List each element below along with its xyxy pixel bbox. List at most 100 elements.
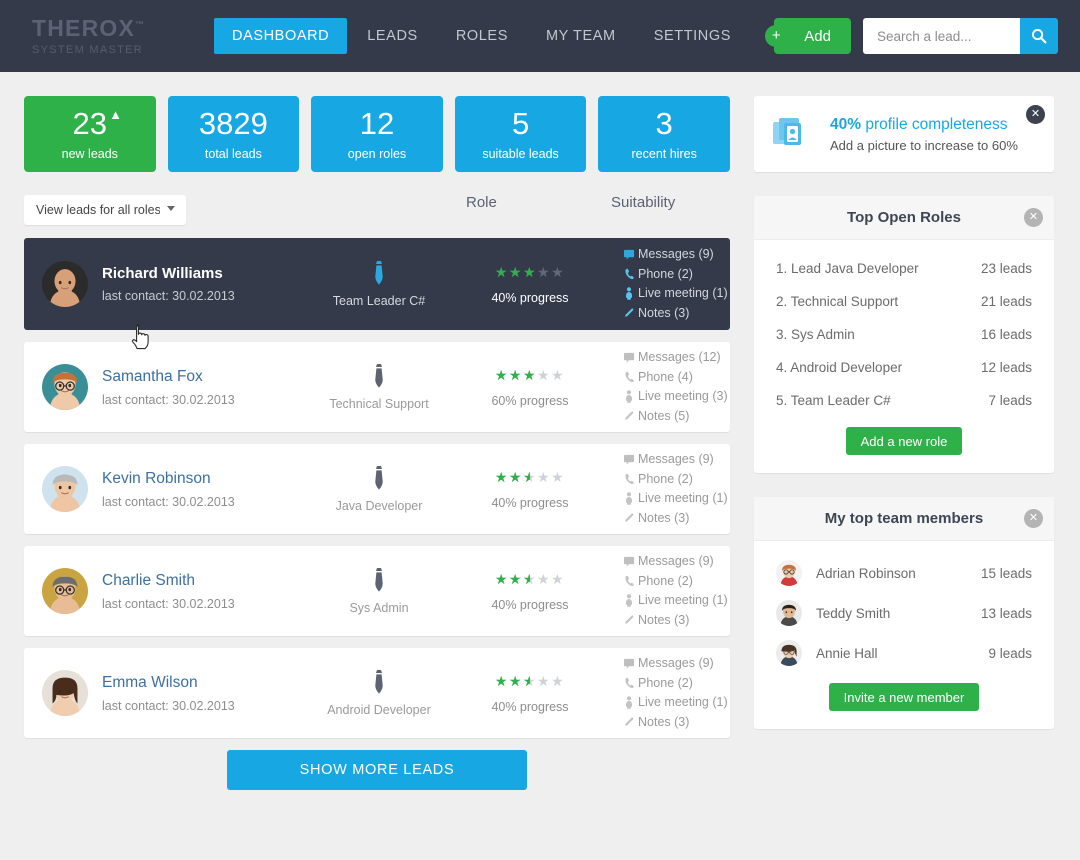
- open-role-row[interactable]: 1. Lead Java Developer 23 leads: [776, 252, 1032, 285]
- live-meeting-icon: [626, 696, 632, 710]
- open-role-row[interactable]: 4. Android Developer 12 leads: [776, 351, 1032, 384]
- team-member-name: Teddy Smith: [816, 605, 891, 621]
- add-new-role-button[interactable]: Add a new role: [845, 427, 963, 455]
- add-button[interactable]: + Add: [765, 18, 851, 54]
- role-filter-select[interactable]: View leads for all roles: [24, 195, 186, 225]
- relationship-label: Messages (12): [638, 350, 721, 364]
- lead-identity: Charlie Smith last contact: 30.02.2013: [102, 572, 235, 611]
- lead-suitability: ★★★★★ ★★★★★ 60% progress: [454, 367, 606, 408]
- profile-completeness-subtitle: Add a picture to increase to 60%: [830, 137, 1018, 153]
- stat-label: recent hires: [631, 146, 697, 161]
- relationship-label: Notes (3): [638, 714, 690, 729]
- live-meeting-icon: [620, 594, 638, 608]
- stat-card-open-roles[interactable]: 12 open roles: [311, 96, 443, 172]
- stat-cards: 23 ▲ new leads 3829 total leads 12 open r…: [24, 96, 730, 172]
- lead-row[interactable]: Emma Wilson last contact: 30.02.2013 And…: [24, 648, 730, 738]
- relationship-item[interactable]: Notes (3): [620, 611, 730, 631]
- stat-card-new-leads[interactable]: 23 ▲ new leads: [24, 96, 156, 172]
- relationship-item[interactable]: Phone (2): [620, 265, 730, 285]
- stat-card-total-leads[interactable]: 3829 total leads: [167, 96, 300, 172]
- star-rating: ★★★★★ ★★★★★: [495, 265, 565, 279]
- search-button[interactable]: [1020, 18, 1058, 54]
- app-header: THEROX™ SYSTEM MASTER DASHBOARD LEADS RO…: [0, 0, 1080, 72]
- relationship-item[interactable]: Phone (2): [620, 572, 730, 592]
- relationship-item[interactable]: Messages (9): [620, 245, 730, 265]
- relationship-item[interactable]: Live meeting (1): [620, 591, 730, 611]
- relationship-item[interactable]: Live meeting (1): [620, 489, 730, 509]
- brand-logo[interactable]: THEROX™ SYSTEM MASTER: [22, 16, 162, 56]
- open-role-name: 3. Sys Admin: [776, 327, 855, 342]
- relationship-item[interactable]: Live meeting (1): [620, 693, 730, 713]
- lead-row[interactable]: Richard Williams last contact: 30.02.201…: [24, 238, 730, 330]
- lead-role-label: Technical Support: [329, 396, 429, 411]
- stat-label: new leads: [61, 146, 118, 161]
- lead-name[interactable]: Samantha Fox: [102, 368, 235, 386]
- team-member-row[interactable]: Adrian Robinson 15 leads: [776, 553, 1032, 593]
- phone-icon: [624, 474, 634, 485]
- relationship-item[interactable]: Live meeting (1): [620, 284, 730, 304]
- brand-subtitle: SYSTEM MASTER: [32, 43, 144, 56]
- panel-body: 1. Lead Java Developer 23 leads 2. Techni…: [754, 240, 1054, 473]
- relationship-item[interactable]: Notes (3): [620, 304, 730, 324]
- nav-item-settings[interactable]: SETTINGS: [636, 18, 749, 54]
- role-filter[interactable]: View leads for all roles: [24, 195, 186, 225]
- stat-card-recent-hires[interactable]: 3 recent hires: [598, 96, 730, 172]
- nav-item-my-team[interactable]: MY TEAM: [528, 18, 634, 54]
- open-role-row[interactable]: 5. Team Leader C# 7 leads: [776, 384, 1032, 417]
- relationship-item[interactable]: Notes (5): [620, 407, 730, 427]
- leads-toolbar: View leads for all roles Role Suitabilit…: [24, 194, 849, 226]
- relationship-item[interactable]: Notes (3): [620, 713, 730, 733]
- relationship-item[interactable]: Phone (2): [620, 470, 730, 490]
- relationship-item[interactable]: Live meeting (3): [620, 387, 730, 407]
- relationship-item[interactable]: Phone (2): [620, 674, 730, 694]
- invite-new-member-button[interactable]: Invite a new member: [828, 683, 980, 711]
- team-member-count: 15 leads: [980, 565, 1032, 581]
- plus-icon: +: [765, 25, 788, 47]
- lead-name[interactable]: Emma Wilson: [102, 674, 235, 692]
- search-input[interactable]: [863, 18, 1020, 54]
- relationship-label: Live meeting (1): [638, 491, 728, 505]
- open-role-row[interactable]: 2. Technical Support 21 leads: [776, 285, 1032, 318]
- relationship-label: Notes (3): [638, 510, 690, 525]
- column-headers: Role Suitability Relationship: [186, 194, 849, 226]
- lead-name[interactable]: Kevin Robinson: [102, 470, 235, 488]
- lead-relationship: Messages (9) Phone (2) Live meeting (1) …: [606, 654, 730, 732]
- relationship-item[interactable]: Notes (3): [620, 509, 730, 529]
- phone-icon: [620, 677, 638, 689]
- relationship-item[interactable]: Phone (4): [620, 368, 730, 388]
- close-icon[interactable]: ✕: [1024, 208, 1043, 227]
- close-icon[interactable]: ✕: [1026, 105, 1045, 124]
- relationship-item[interactable]: Messages (9): [620, 552, 730, 572]
- profile-completeness-card: 40% profile completeness Add a picture t…: [754, 96, 1054, 172]
- open-role-row[interactable]: 3. Sys Admin 16 leads: [776, 318, 1032, 351]
- leads-list: Richard Williams last contact: 30.02.201…: [24, 238, 730, 738]
- lead-row[interactable]: Kevin Robinson last contact: 30.02.2013 …: [24, 444, 730, 534]
- lead-identity: Kevin Robinson last contact: 30.02.2013: [102, 470, 235, 509]
- stat-card-suitable-leads[interactable]: 5 suitable leads: [454, 96, 587, 172]
- id-cards-icon: [773, 118, 801, 145]
- lead-person: Richard Williams last contact: 30.02.201…: [24, 261, 304, 307]
- relationship-item[interactable]: Messages (9): [620, 450, 730, 470]
- nav-item-leads[interactable]: LEADS: [349, 18, 436, 54]
- lead-row[interactable]: Charlie Smith last contact: 30.02.2013 S…: [24, 546, 730, 636]
- relationship-item[interactable]: Messages (12): [620, 348, 730, 368]
- notes-icon: [624, 717, 633, 726]
- messages-icon: [620, 556, 638, 567]
- nav-item-dashboard[interactable]: DASHBOARD: [214, 18, 348, 54]
- relationship-item[interactable]: Messages (9): [620, 654, 730, 674]
- close-icon[interactable]: ✕: [1024, 509, 1043, 528]
- relationship-label: Live meeting (1): [638, 593, 728, 607]
- avatar: [776, 640, 802, 666]
- team-member-row[interactable]: Annie Hall 9 leads: [776, 633, 1032, 673]
- lead-last-contact: last contact: 30.02.2013: [102, 392, 235, 407]
- team-member-row[interactable]: Teddy Smith 13 leads: [776, 593, 1032, 633]
- relationship-label: Messages (9): [638, 554, 714, 568]
- lead-row[interactable]: Samantha Fox last contact: 30.02.2013 Te…: [24, 342, 730, 432]
- lead-name[interactable]: Richard Williams: [102, 265, 235, 282]
- lead-last-contact: last contact: 30.02.2013: [102, 289, 235, 303]
- nav-item-roles[interactable]: ROLES: [438, 18, 526, 54]
- show-more-leads-button[interactable]: SHOW MORE LEADS: [227, 750, 527, 790]
- lead-name[interactable]: Charlie Smith: [102, 572, 235, 590]
- top-open-roles-panel: Top Open Roles ✕ 1. Lead Java Developer …: [754, 196, 1054, 473]
- tie-icon: [375, 465, 383, 490]
